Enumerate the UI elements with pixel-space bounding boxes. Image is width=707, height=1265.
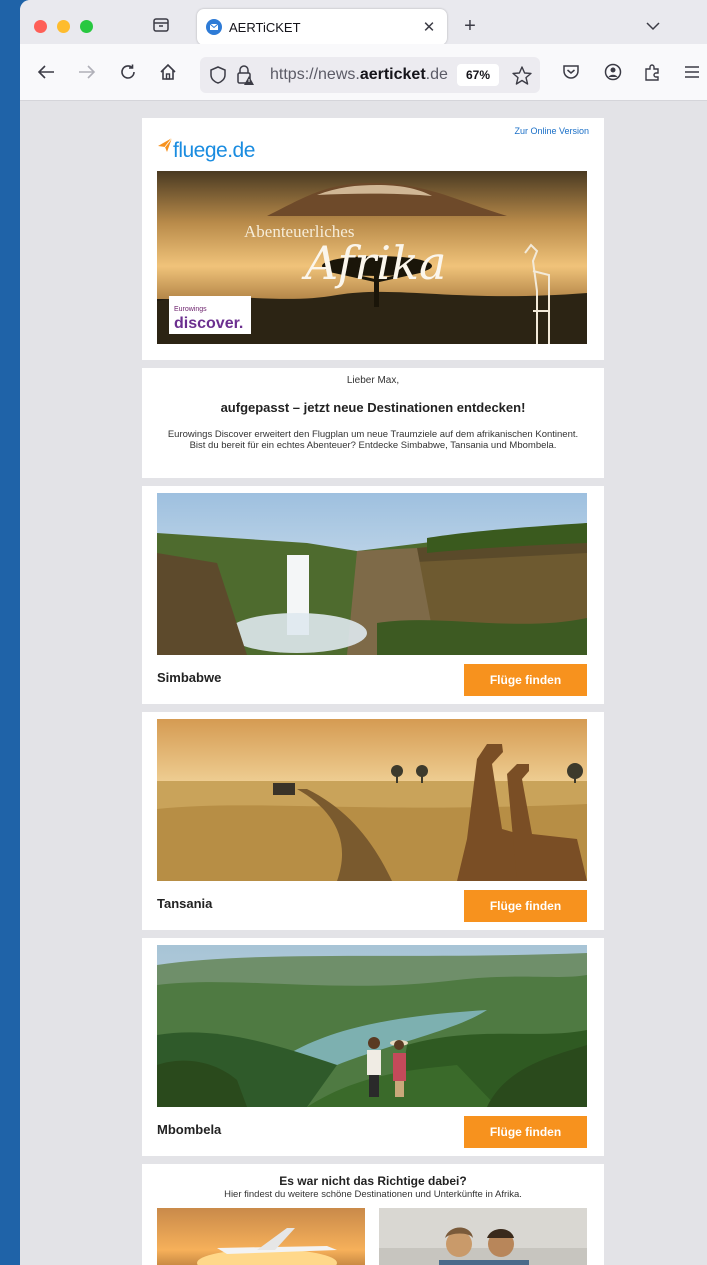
url-suffix: .de [425,66,448,83]
url-domain: aerticket [359,66,426,83]
footer-title: Es war nicht das Richtige dabei? [279,1174,467,1188]
find-flights-button-mbombela[interactable]: Flüge finden [464,1116,587,1148]
promo-image-hotel[interactable] [379,1208,587,1265]
hero-image: Abenteuerliches Afrika Eurowings discove… [157,171,587,344]
find-flights-button-tansania[interactable]: Flüge finden [464,890,587,922]
hero-line2: Afrika [301,236,446,290]
destination-card-simbabwe: Simbabwe Flüge finden [142,486,604,704]
online-version-link[interactable]: Zur Online Version [514,126,589,136]
destination-name: Simbabwe [157,670,222,685]
back-icon[interactable] [34,61,58,83]
logo-de: .de [227,139,255,162]
destination-image[interactable] [157,493,587,655]
tab-overview-icon[interactable] [148,12,174,38]
plane-logo-icon [158,137,173,152]
hero-banner[interactable]: Abenteuerliches Afrika Eurowings discove… [157,171,587,344]
pocket-icon[interactable] [559,61,583,83]
destination-name: Tansania [157,896,213,911]
destination-card-tansania: Tansania Flüge finden [142,712,604,930]
reload-icon[interactable] [116,61,140,83]
couple-hotel-image [379,1208,587,1265]
headline: aufgepasst – jetzt neue Destinationen en… [220,400,526,415]
intro-text: Eurowings Discover erweitert den Flugpla… [167,429,579,451]
maximize-window-button[interactable] [80,20,93,33]
forward-icon[interactable] [75,61,99,83]
header-card: Zur Online Version fluege.de Abenteuerli… [142,118,604,360]
waterfall-image [157,493,587,655]
logo-fluege: fluege [173,139,228,162]
find-flights-button-simbabwe[interactable]: Flüge finden [464,664,587,696]
new-tab-icon[interactable]: + [460,15,480,37]
close-window-button[interactable] [34,20,47,33]
url-prefix: https://news. [270,66,360,83]
chevron-down-icon[interactable] [643,16,663,36]
bookmark-star-icon[interactable] [511,65,533,85]
more-destinations-card: Es war nicht das Richtige dabei? Hier fi… [142,1164,604,1265]
destination-name: Mbombela [157,1122,222,1137]
tab-title: AERTiCKET [229,20,301,35]
lock-warning-icon[interactable] [235,65,255,85]
canyon-image [157,945,587,1107]
destination-image[interactable] [157,719,587,881]
close-tab-icon[interactable]: ✕ [419,17,439,37]
destination-image[interactable] [157,945,587,1107]
greeting: Lieber Max, [346,375,400,386]
shield-icon[interactable] [208,65,228,85]
extensions-icon[interactable] [640,61,664,83]
minimize-window-button[interactable] [57,20,70,33]
zoom-level-badge[interactable]: 67% [457,64,499,86]
newsletter-email: Zur Online Version fluege.de Abenteuerli… [142,118,604,1265]
navigation-bar: https://news.aerticket.de 67% [20,44,707,101]
savanna-image [157,719,587,881]
address-bar[interactable]: https://news.aerticket.de 67% [200,57,540,93]
intro-card: Lieber Max, aufgepasst – jetzt neue Dest… [142,368,604,478]
home-icon[interactable] [156,61,180,83]
logo-text: fluege.de [173,139,255,163]
eurowings-text: Eurowings [174,306,207,313]
footer-subtitle: Hier findest du weitere schöne Destinati… [224,1189,522,1200]
page-content: Zur Online Version fluege.de Abenteuerli… [20,101,707,1265]
airplane-sunset-image [157,1208,365,1265]
discover-text: discover. [174,315,243,332]
tab-bar: AERTiCKET ✕ + [20,0,707,45]
browser-window: AERTiCKET ✕ + https://news.aerticket.de … [20,0,707,1265]
tab-aerticket[interactable]: AERTiCKET ✕ [197,9,447,45]
account-icon[interactable] [601,61,625,83]
mail-favicon-icon [206,19,222,35]
menu-icon[interactable] [680,61,704,83]
promo-image-flight[interactable] [157,1208,365,1265]
destination-card-mbombela: Mbombela Flüge finden [142,938,604,1156]
url-text: https://news.aerticket.de [270,66,460,86]
